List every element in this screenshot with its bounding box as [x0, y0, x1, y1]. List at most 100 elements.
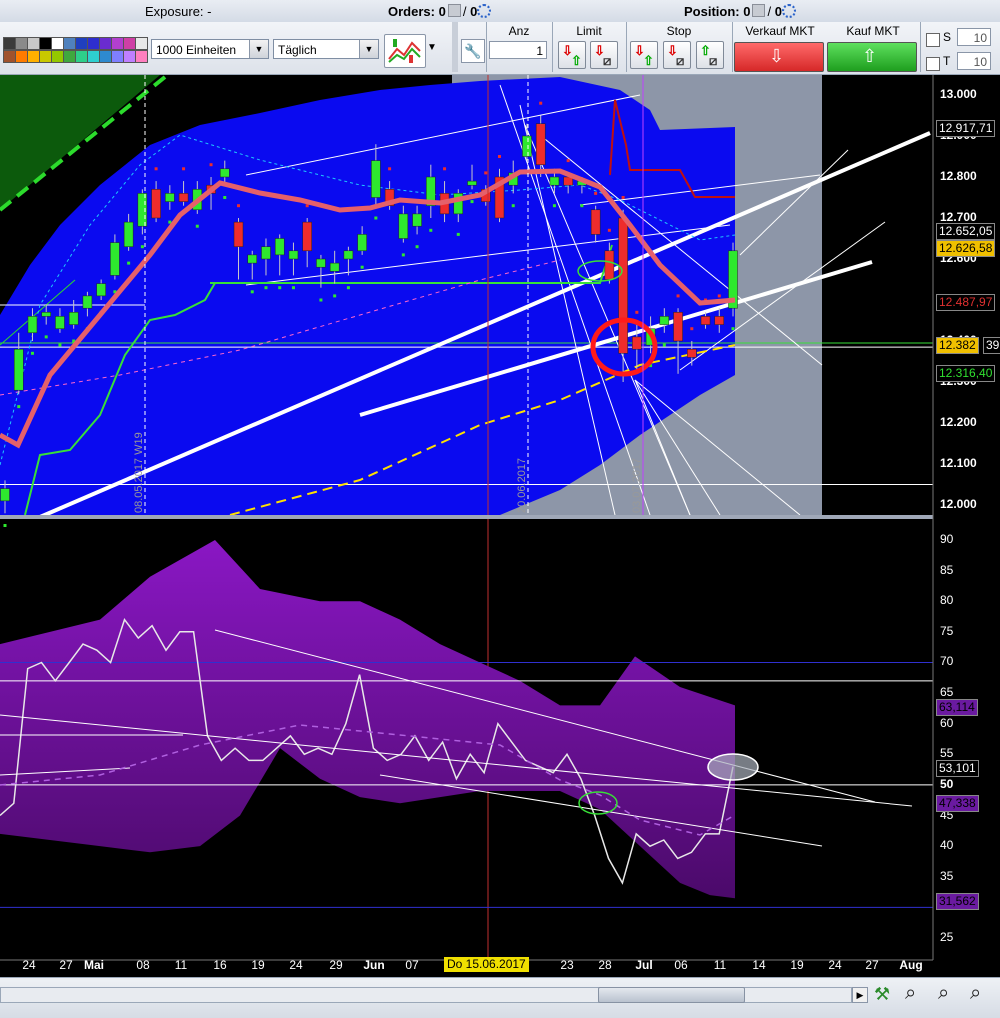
- price-tick-label: 13.000: [940, 87, 977, 101]
- exposure-label: Exposure: -: [145, 4, 212, 19]
- t-label: T: [943, 54, 951, 68]
- time-tick-label: 14: [752, 958, 766, 972]
- rsi-tick-label: 50: [940, 776, 954, 791]
- buy-group: Kauf MKT ⇧: [826, 22, 920, 72]
- time-tick-label: 29: [329, 958, 343, 972]
- limit-buy-button[interactable]: ⇩ ⇧: [558, 41, 586, 69]
- toolbar-divider: [452, 22, 458, 72]
- chevron-down-icon: ▼: [359, 40, 378, 58]
- zoom-in-icon[interactable]: ⌕: [970, 982, 981, 1005]
- close-icon[interactable]: [447, 4, 461, 17]
- buy-icon: ⇧: [862, 46, 878, 66]
- price-tick-label: 12.700: [940, 210, 977, 224]
- rsi-badge: 47,338: [936, 795, 979, 812]
- rsi-tick-label: 75: [940, 623, 954, 638]
- color-swatch[interactable]: [3, 50, 16, 63]
- scroll-right-button[interactable]: ▶: [852, 987, 868, 1003]
- price-tick-label: 12.800: [940, 169, 977, 183]
- scrollbar-thumb[interactable]: [598, 987, 745, 1003]
- vertical-marker-label-3: 03.07.2017: [631, 457, 643, 513]
- zoom-out-icon[interactable]: ⌕: [938, 982, 949, 1005]
- s-input[interactable]: 10: [957, 28, 991, 46]
- orders-status: Orders: 0/ 0: [388, 4, 492, 19]
- time-tick-label: 16: [213, 958, 227, 972]
- rsi-badge: 31,562: [936, 893, 979, 910]
- rsi-tick-label: 65: [940, 685, 954, 700]
- time-tick-label: 24: [828, 958, 842, 972]
- gear-icon[interactable]: [781, 4, 796, 18]
- price-badge: 12.917,71: [936, 120, 996, 137]
- chart-tool-icon[interactable]: ⚒: [874, 984, 890, 1005]
- anz-input[interactable]: 1: [489, 41, 547, 59]
- gear-icon[interactable]: [477, 4, 492, 18]
- time-tick-label: 19: [251, 958, 265, 972]
- sell-label: Verkauf MKT: [745, 24, 815, 38]
- vertical-marker-label-2: 20.06.2017: [516, 457, 528, 513]
- quantity-select[interactable]: 1000 Einheiten ▼: [151, 39, 269, 59]
- time-tick-label: Jul: [635, 958, 653, 972]
- stop-trail-button[interactable]: ⇧ ⧄: [696, 41, 724, 69]
- wrench-icon[interactable]: 🔧: [461, 39, 485, 63]
- t-input[interactable]: 10: [957, 52, 991, 70]
- chevron-down-icon: ▼: [249, 40, 268, 58]
- vertical-marker-label-1: 08.05.2017 W19: [133, 432, 145, 513]
- time-tick-label: 11: [174, 958, 188, 972]
- limit-group: Limit ⇩ ⇧ ⇩ ⧄: [552, 22, 625, 72]
- time-tick-label: 27: [865, 958, 879, 972]
- stop-buy-button[interactable]: ⇩ ⇧: [630, 41, 658, 69]
- price-tick-label: 12.000: [940, 497, 977, 511]
- price-tick-label: 12.200: [940, 415, 977, 429]
- price-badge: 12.487,97: [936, 294, 996, 311]
- close-icon[interactable]: [752, 4, 766, 17]
- color-swatch[interactable]: [135, 37, 148, 50]
- s-checkbox[interactable]: [926, 33, 940, 47]
- time-tick-label: 27: [59, 958, 73, 972]
- horizontal-scrollbar[interactable]: [0, 987, 852, 1003]
- time-tick-label: Mai: [83, 958, 105, 972]
- rsi-tick-label: 40: [940, 838, 954, 853]
- rsi-tick-label: 35: [940, 868, 954, 883]
- position-status: Position: 0/ 0: [684, 4, 796, 19]
- time-tick-label: 24: [22, 958, 36, 972]
- price-badge: 12.652,05: [936, 223, 996, 240]
- color-swatch[interactable]: [135, 50, 148, 63]
- chart-indicator-button[interactable]: [384, 34, 426, 68]
- price-badge: 12.382: [936, 337, 979, 354]
- stop-group: Stop ⇩ ⇧ ⇩ ⧄ ⇧ ⧄: [626, 22, 731, 72]
- pane-separator[interactable]: [0, 515, 933, 519]
- anz-group: Anz 1: [486, 22, 551, 72]
- chart-style-icon: [388, 39, 421, 63]
- rsi-badge: 63,114: [936, 699, 978, 716]
- price-badge: 12.316,40: [936, 365, 996, 382]
- buy-market-button[interactable]: ⇧: [827, 42, 917, 72]
- time-tick-label: 24: [289, 958, 303, 972]
- time-tick-label: Jun: [363, 958, 385, 972]
- limit-sell-button[interactable]: ⇩ ⧄: [590, 41, 618, 69]
- t-checkbox[interactable]: [926, 57, 940, 71]
- rsi-tick-label: 85: [940, 562, 954, 577]
- rsi-tick-label: 60: [940, 715, 954, 730]
- orders-count-a: 0: [438, 4, 446, 19]
- chart-canvas[interactable]: [0, 75, 1000, 977]
- stop-sell-button[interactable]: ⇩ ⧄: [663, 41, 691, 69]
- time-tick-label: 06: [674, 958, 688, 972]
- period-select[interactable]: Täglich ▼: [273, 39, 379, 59]
- time-tick-label: 08: [136, 958, 150, 972]
- position-count-b: 0: [774, 4, 782, 19]
- price-badge: 12.626,58: [936, 240, 996, 257]
- orders-count-b: 0: [470, 4, 478, 19]
- s-label: S: [943, 30, 952, 44]
- time-tick-label: 19: [790, 958, 804, 972]
- price-tick-label: 12.100: [940, 456, 977, 470]
- zoom-fit-icon[interactable]: ⌕: [905, 982, 916, 1005]
- sell-icon: ⇩: [769, 46, 785, 66]
- price-badge: 39: [983, 337, 1000, 354]
- chevron-down-icon[interactable]: ▼: [427, 42, 437, 53]
- time-tick-label: 28: [598, 958, 612, 972]
- rsi-highlight-grey: [707, 753, 759, 781]
- sell-market-button[interactable]: ⇩: [734, 42, 824, 72]
- bottom-toolbar: ▶ ⚒ ⌕ ⌕ ⌕: [0, 977, 1000, 1018]
- status-bar: Exposure: - Orders: 0/ 0 Position: 0/ 0: [0, 0, 1000, 23]
- rsi-tick-label: 70: [940, 654, 954, 669]
- rsi-badge: 53,101: [936, 760, 979, 777]
